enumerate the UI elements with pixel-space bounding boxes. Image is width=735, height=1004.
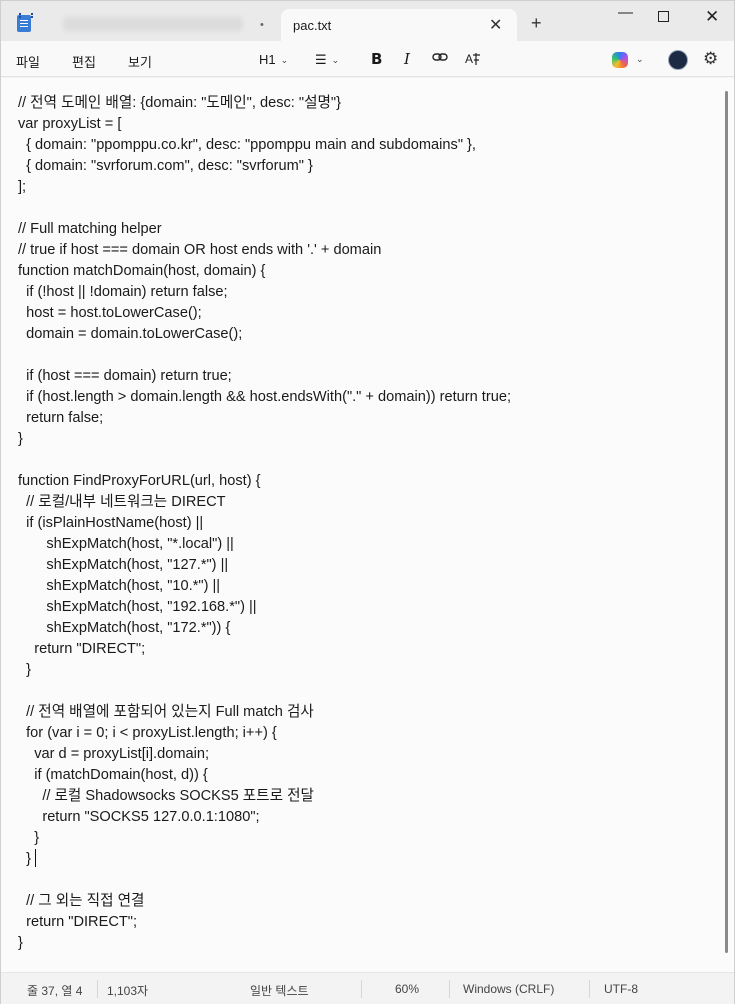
code-line: for (var i = 0; i < proxyList.length; i+… bbox=[18, 725, 277, 741]
heading-label: H1 bbox=[259, 52, 276, 67]
encoding[interactable]: UTF-8 bbox=[604, 982, 638, 996]
code-line: // 전역 도메인 배열: {domain: "도메인", desc: "설명"… bbox=[18, 95, 341, 111]
editor-content[interactable]: // 전역 도메인 배열: {domain: "도메인", desc: "설명"… bbox=[18, 93, 511, 954]
tab-inactive[interactable]: • bbox=[45, 7, 279, 41]
code-line: } bbox=[18, 662, 31, 678]
divider bbox=[449, 980, 450, 998]
vertical-scrollbar[interactable] bbox=[725, 91, 728, 953]
code-line: } bbox=[18, 935, 23, 951]
title-bar: • pac.txt ✕ + — ✕ bbox=[1, 1, 734, 41]
text-caret bbox=[35, 849, 36, 867]
chevron-down-icon[interactable]: ⌄ bbox=[636, 54, 644, 65]
code-line: ]; bbox=[18, 179, 27, 195]
chevron-down-icon: ⌄ bbox=[280, 55, 289, 65]
code-line: var proxyList = [ bbox=[18, 116, 122, 132]
chevron-down-icon: ⌄ bbox=[331, 55, 340, 65]
code-line: if (host.length > domain.length && host.… bbox=[18, 389, 512, 405]
code-line: } bbox=[18, 851, 31, 867]
code-line: shExpMatch(host, "10.*") || bbox=[18, 578, 221, 594]
close-window-button[interactable]: ✕ bbox=[705, 7, 719, 27]
link-glyph bbox=[432, 53, 448, 61]
code-line: // 로컬/내부 네트워크는 DIRECT bbox=[18, 494, 226, 510]
code-line: function FindProxyForURL(url, host) { bbox=[18, 473, 261, 489]
bold-button[interactable]: B bbox=[371, 50, 382, 68]
code-line: // 그 외는 직접 연결 bbox=[18, 893, 145, 909]
code-line: function matchDomain(host, domain) { bbox=[18, 263, 266, 279]
divider bbox=[97, 980, 98, 998]
unsaved-indicator-icon: • bbox=[260, 19, 264, 31]
code-line: { domain: "ppomppu.co.kr", desc: "ppompp… bbox=[18, 137, 476, 153]
code-line: // 로컬 Shadowsocks SOCKS5 포트로 전달 bbox=[18, 788, 314, 804]
code-line: shExpMatch(host, "*.local") || bbox=[18, 536, 234, 552]
char-count: 1,103자 bbox=[107, 984, 149, 998]
code-line: // 전역 배열에 포함되어 있는지 Full match 검사 bbox=[18, 704, 314, 720]
code-line: shExpMatch(host, "192.168.*") || bbox=[18, 599, 257, 615]
tab-title: pac.txt bbox=[293, 18, 332, 33]
list-icon: ☰ bbox=[315, 52, 327, 67]
code-line: shExpMatch(host, "172.*")) { bbox=[18, 620, 231, 636]
code-line: if (matchDomain(host, d)) { bbox=[18, 767, 208, 783]
code-line: return "DIRECT"; bbox=[18, 641, 146, 657]
notepad-window: • pac.txt ✕ + — ✕ 파일 편집 보기 H1⌄ ☰⌄ B I bbox=[0, 0, 735, 1004]
spellcheck-glyph: A bbox=[465, 52, 480, 66]
menu-bar: 파일 편집 보기 H1 ⌄ ☰ ⌄ B I A ⌄ ⚙ bbox=[1, 41, 734, 77]
status-bar: 줄 37, 열 4 1,103자 일반 텍스트 60% Windows (CRL… bbox=[1, 972, 734, 1004]
close-tab-icon[interactable]: ✕ bbox=[489, 15, 502, 35]
code-line: } bbox=[18, 431, 23, 447]
new-tab-button[interactable]: + bbox=[531, 14, 542, 32]
code-line: var d = proxyList[i].domain; bbox=[18, 746, 210, 762]
heading-dropdown[interactable]: H1 ⌄ bbox=[259, 52, 288, 67]
tab-active[interactable]: pac.txt ✕ bbox=[281, 9, 517, 41]
code-line: shExpMatch(host, "127.*") || bbox=[18, 557, 229, 573]
code-line: if (host === domain) return true; bbox=[18, 368, 232, 384]
code-line: domain = domain.toLowerCase(); bbox=[18, 326, 243, 342]
menu-file[interactable]: 파일 bbox=[16, 52, 40, 71]
svg-text:A: A bbox=[465, 52, 473, 66]
code-line: return "SOCKS5 127.0.0.1:1080"; bbox=[18, 809, 260, 825]
italic-button[interactable]: I bbox=[404, 50, 410, 68]
code-line: { domain: "svrforum.com", desc: "svrforu… bbox=[18, 158, 313, 174]
avatar[interactable] bbox=[668, 50, 688, 70]
link-icon[interactable] bbox=[432, 50, 448, 66]
maximize-button[interactable] bbox=[658, 11, 669, 22]
gear-icon[interactable]: ⚙ bbox=[703, 49, 718, 69]
text-format[interactable]: 일반 텍스트 bbox=[250, 982, 309, 999]
list-dropdown[interactable]: ☰ ⌄ bbox=[315, 52, 339, 68]
code-line: if (isPlainHostName(host) || bbox=[18, 515, 204, 531]
copilot-icon[interactable] bbox=[612, 52, 628, 68]
code-line: return "DIRECT"; bbox=[18, 914, 138, 930]
code-line: // true if host === domain OR host ends … bbox=[18, 242, 382, 258]
notepad-icon bbox=[17, 13, 33, 32]
menu-view[interactable]: 보기 bbox=[128, 52, 152, 71]
divider bbox=[589, 980, 590, 998]
tab-inactive-title-redacted bbox=[63, 17, 243, 31]
code-line: if (!host || !domain) return false; bbox=[18, 284, 228, 300]
code-line: return false; bbox=[18, 410, 104, 426]
code-line: host = host.toLowerCase(); bbox=[18, 305, 202, 321]
line-ending[interactable]: Windows (CRLF) bbox=[463, 982, 554, 996]
code-line: // Full matching helper bbox=[18, 221, 162, 237]
code-line: } bbox=[18, 830, 40, 846]
minimize-button[interactable]: — bbox=[618, 4, 633, 21]
menu-edit[interactable]: 편집 bbox=[72, 52, 96, 71]
divider bbox=[361, 980, 362, 998]
zoom-level[interactable]: 60% bbox=[395, 982, 419, 996]
cursor-position: 줄 37, 열 4 bbox=[27, 984, 83, 998]
text-editor[interactable]: // 전역 도메인 배열: {domain: "도메인", desc: "설명"… bbox=[1, 78, 734, 972]
spellcheck-icon[interactable]: A bbox=[465, 51, 481, 70]
